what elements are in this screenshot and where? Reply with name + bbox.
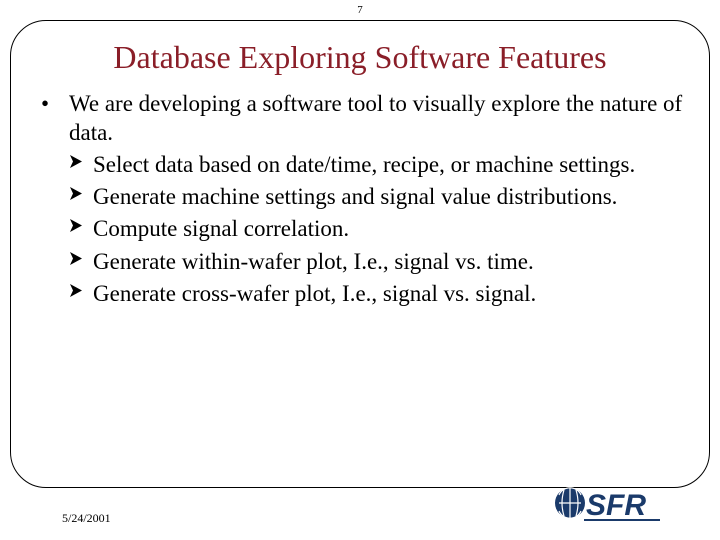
slide-frame: Database Exploring Software Features • W… <box>10 20 710 488</box>
slide-title: Database Exploring Software Features <box>11 39 709 76</box>
footer-date: 5/24/2001 <box>62 511 111 526</box>
bullet-marker: • <box>41 90 69 119</box>
sfr-logo: SFR <box>554 482 664 524</box>
list-item: Compute signal correlation. <box>69 214 689 244</box>
logo-text: SFR <box>586 489 646 522</box>
list-item: Generate cross-wafer plot, I.e., signal … <box>69 279 689 309</box>
list-item-text: Generate within-wafer plot, I.e., signal… <box>93 247 689 277</box>
sub-list: Select data based on date/time, recipe, … <box>69 150 689 310</box>
list-item-text: Compute signal correlation. <box>93 214 689 244</box>
list-item: Generate within-wafer plot, I.e., signal… <box>69 247 689 277</box>
main-bullet-text: We are developing a software tool to vis… <box>69 90 689 148</box>
list-item: Select data based on date/time, recipe, … <box>69 150 689 180</box>
page-number: 7 <box>0 4 720 16</box>
arrow-icon <box>69 218 93 233</box>
list-item-text: Select data based on date/time, recipe, … <box>93 150 689 180</box>
arrow-icon <box>69 283 93 298</box>
arrow-icon <box>69 186 93 201</box>
list-item-text: Generate cross-wafer plot, I.e., signal … <box>93 279 689 309</box>
main-bullet: • We are developing a software tool to v… <box>41 90 689 148</box>
content-area: • We are developing a software tool to v… <box>11 90 709 309</box>
list-item-text: Generate machine settings and signal val… <box>93 182 689 212</box>
arrow-icon <box>69 251 93 266</box>
list-item: Generate machine settings and signal val… <box>69 182 689 212</box>
arrow-icon <box>69 154 93 169</box>
